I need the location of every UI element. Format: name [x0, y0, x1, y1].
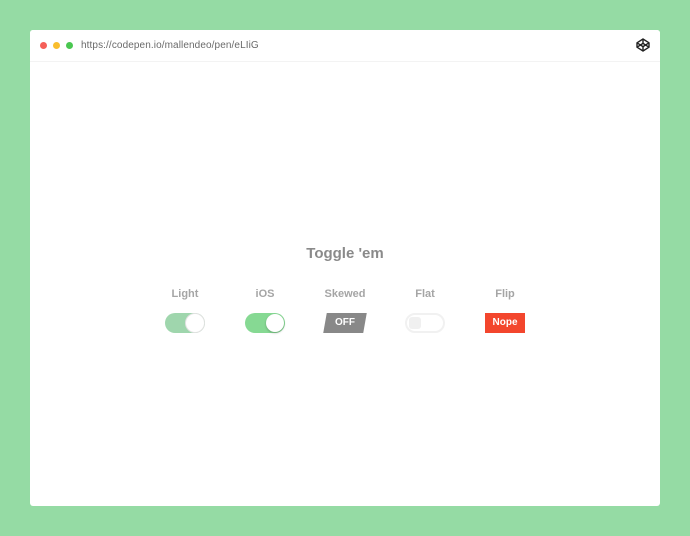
toggle-ios-label: iOS	[255, 288, 275, 300]
toggle-flip-switch[interactable]: Nope	[485, 313, 525, 333]
toggle-light-label: Light	[171, 288, 199, 300]
toggle-skewed-column: Skewed OFF	[305, 287, 385, 333]
toggle-light-column: Light	[145, 287, 225, 333]
toggle-ios-knob	[266, 314, 284, 332]
browser-window: https://codepen.io/mallendeo/pen/eLIiG T…	[30, 30, 660, 506]
toggle-ios-column: iOS	[225, 287, 305, 333]
toggle-group: Light iOS Skewed OFF Flat Flip Nope	[30, 30, 660, 506]
toggle-flat-knob	[409, 317, 421, 329]
toggle-light-switch[interactable]	[165, 313, 205, 333]
toggle-flip-label: Flip	[495, 288, 515, 300]
toggle-light-knob	[185, 313, 205, 333]
toggle-ios-switch[interactable]	[245, 313, 285, 333]
toggle-flat-label: Flat	[415, 288, 435, 300]
toggle-skewed-text: OFF	[335, 317, 355, 328]
toggle-flat-switch[interactable]	[405, 313, 445, 333]
toggle-skewed-label: Skewed	[324, 288, 366, 300]
toggle-flip-column: Flip Nope	[465, 287, 545, 333]
toggle-skewed-switch[interactable]: OFF	[323, 313, 367, 333]
toggle-flat-column: Flat	[385, 287, 465, 333]
